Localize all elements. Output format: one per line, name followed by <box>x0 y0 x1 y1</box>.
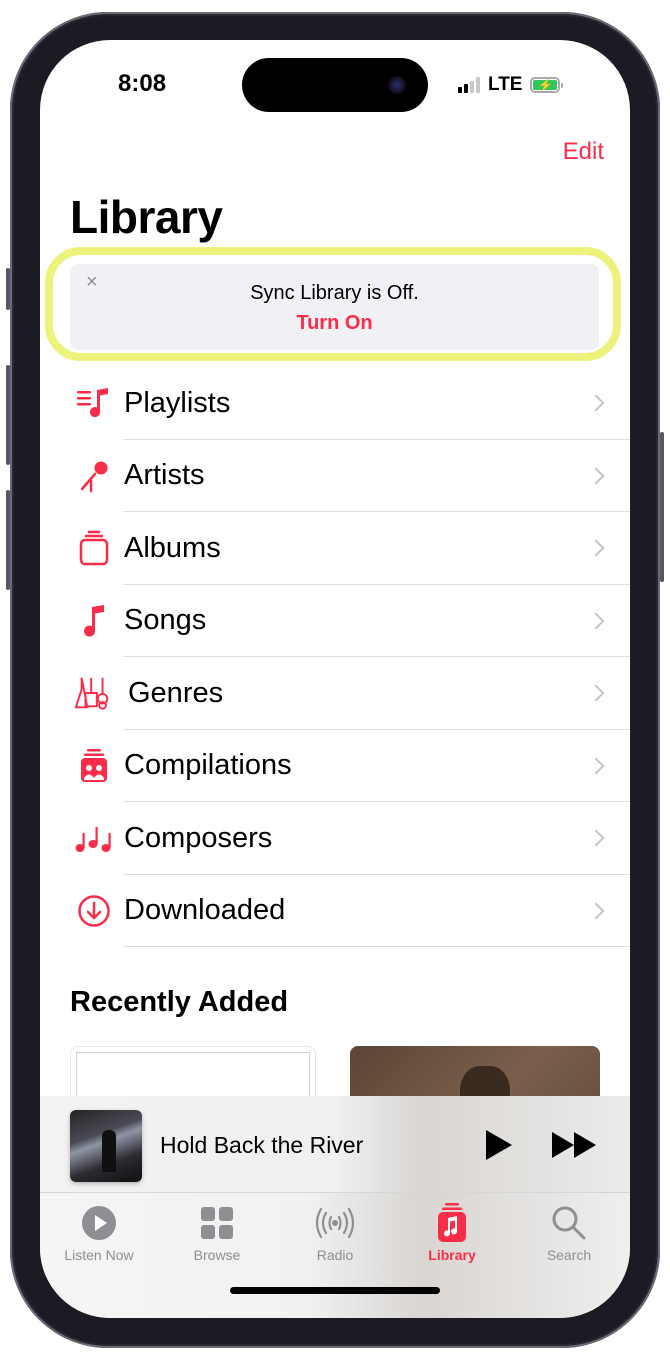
fast-forward-icon[interactable] <box>552 1132 596 1158</box>
home-indicator[interactable] <box>230 1287 440 1294</box>
play-circle-icon <box>44 1203 154 1243</box>
tab-search[interactable]: Search <box>514 1203 624 1263</box>
tab-radio[interactable]: Radio <box>280 1203 390 1263</box>
chevron-right-icon <box>587 612 605 630</box>
charging-bolt-icon: ⚡ <box>533 79 558 91</box>
chevron-right-icon <box>587 902 605 920</box>
playlist-icon <box>74 383 114 423</box>
volume-down-button <box>6 490 10 590</box>
turn-on-button[interactable]: Turn On <box>70 311 599 336</box>
compilation-icon <box>74 746 114 786</box>
mini-player[interactable]: Hold Back the River <box>40 1096 630 1192</box>
chevron-right-icon <box>587 757 605 775</box>
album-stack-icon <box>74 528 114 568</box>
tab-listen-now[interactable]: Listen Now <box>44 1203 154 1263</box>
chevron-right-icon <box>587 829 605 847</box>
volume-up-button <box>6 365 10 465</box>
status-indicators: LTE ⚡ <box>458 74 564 96</box>
music-notes-icon <box>74 818 114 858</box>
tab-label: Library <box>428 1247 476 1263</box>
sync-library-banner: × Sync Library is Off. Turn On <box>70 264 599 350</box>
guitars-icon <box>74 673 114 713</box>
list-item-compilations[interactable]: Compilations <box>40 730 630 802</box>
recently-added-heading: Recently Added <box>70 986 289 1018</box>
library-list: Playlists Artists Albums Songs Genres Co… <box>40 367 630 947</box>
chevron-right-icon <box>587 394 605 412</box>
list-item-label: Genres <box>128 676 224 709</box>
signal-icon <box>458 77 480 93</box>
tab-label: Search <box>546 1247 592 1263</box>
library-icon <box>397 1203 507 1243</box>
list-item-label: Artists <box>124 459 205 492</box>
radio-waves-icon <box>280 1203 390 1243</box>
list-item-label: Compilations <box>124 749 292 782</box>
list-item-albums[interactable]: Albums <box>40 512 630 585</box>
chevron-right-icon <box>587 467 605 485</box>
camera-icon <box>388 76 406 94</box>
grid-icon <box>162 1203 272 1243</box>
search-icon <box>514 1203 624 1243</box>
network-type: LTE <box>488 74 523 95</box>
play-icon[interactable] <box>486 1130 512 1160</box>
tab-browse[interactable]: Browse <box>162 1203 272 1263</box>
tab-label: Radio <box>316 1247 354 1263</box>
tab-bar: Listen Now Browse Radio Library Search <box>40 1192 630 1318</box>
list-item-genres[interactable]: Genres <box>40 657 630 730</box>
microphone-icon <box>74 456 114 496</box>
tab-library[interactable]: Library <box>397 1203 507 1263</box>
list-item-label: Playlists <box>124 386 231 419</box>
now-playing-artwork <box>70 1110 142 1182</box>
divider <box>124 946 630 947</box>
sync-message: Sync Library is Off. <box>250 282 419 304</box>
now-playing-title: Hold Back the River <box>160 1132 364 1158</box>
list-item-label: Albums <box>124 531 221 564</box>
tab-label: Listen Now <box>64 1247 134 1263</box>
edit-button[interactable]: Edit <box>563 138 604 166</box>
music-note-icon <box>74 601 114 641</box>
dynamic-island <box>242 58 428 112</box>
list-item-artists[interactable]: Artists <box>40 440 630 512</box>
tab-label: Browse <box>193 1247 241 1263</box>
list-item-composers[interactable]: Composers <box>40 802 630 875</box>
status-time: 8:08 <box>118 70 167 97</box>
page-title: Library <box>70 191 223 243</box>
list-item-songs[interactable]: Songs <box>40 585 630 657</box>
list-item-label: Songs <box>124 604 207 637</box>
power-button <box>660 432 664 582</box>
screen: 8:08 LTE ⚡ Edit Library × Sync Library i… <box>40 40 630 1318</box>
chevron-right-icon <box>587 684 605 702</box>
list-item-playlists[interactable]: Playlists <box>40 367 630 440</box>
download-circle-icon <box>74 891 114 931</box>
list-item-label: Composers <box>124 821 273 854</box>
chevron-right-icon <box>587 539 605 557</box>
battery-icon: ⚡ <box>530 77 564 93</box>
action-button <box>6 268 10 310</box>
list-item-label: Downloaded <box>124 894 286 927</box>
list-item-downloaded[interactable]: Downloaded <box>40 875 630 947</box>
